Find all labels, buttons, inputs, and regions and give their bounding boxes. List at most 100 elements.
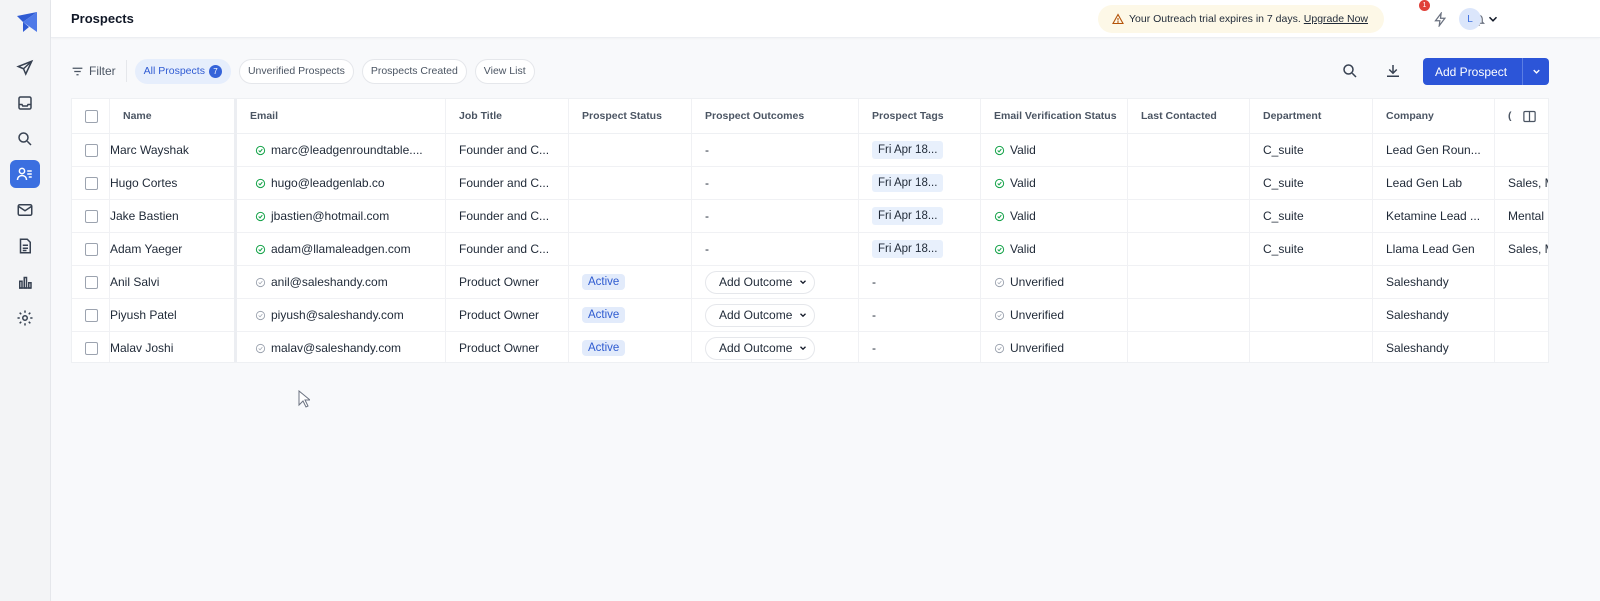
table-row[interactable]: Marc Wayshak marc@leadgenroundtable.... Fo… (72, 134, 1548, 167)
tag-chip[interactable]: Fri Apr 18... (872, 174, 944, 192)
add-outcome-dropdown[interactable]: Add Outcome (705, 336, 816, 360)
column-header[interactable]: Email Verification Status (981, 99, 1128, 133)
email-verification-status: Valid (981, 134, 1128, 166)
company: Ketamine Lead ... (1373, 200, 1495, 232)
company: Saleshandy (1373, 266, 1495, 298)
add-outcome-label: Add Outcome (719, 341, 793, 355)
prospect-name[interactable]: Malav Joshi (110, 332, 237, 362)
add-prospect-dropdown[interactable] (1523, 66, 1549, 77)
tag-chip[interactable]: Fri Apr 18... (872, 207, 944, 225)
outcome-text: - (705, 209, 709, 223)
column-header[interactable]: Prospect Status (569, 99, 692, 133)
saleshandy-logo-icon[interactable] (15, 10, 39, 34)
chip-prospects-created[interactable]: Prospects Created (361, 58, 467, 84)
email-verification-status: Unverified (981, 332, 1128, 362)
chip-unverified-prospects[interactable]: Unverified Prospects (238, 58, 354, 84)
table-row[interactable]: Jake Bastien jbastien@hotmail.com Founder … (72, 200, 1548, 233)
verification-text: Valid (1010, 143, 1036, 157)
row-checkbox[interactable] (85, 209, 98, 223)
department-text: C_suite (1263, 242, 1304, 256)
table-row[interactable]: Hugo Cortes hugo@leadgenlab.co Founder and… (72, 167, 1548, 200)
sidebar-item-search[interactable] (10, 125, 40, 153)
extra-column-text: Mental (1508, 209, 1545, 223)
prospect-name[interactable]: Anil Salvi (110, 266, 237, 298)
job-title-text: Founder and C... (459, 176, 550, 190)
download-icon[interactable] (1384, 62, 1402, 80)
sidebar-item-prospects[interactable] (10, 160, 40, 188)
extra-column: Sales, M (1495, 233, 1548, 265)
prospect-status: Active (569, 332, 692, 362)
search-icon[interactable] (1341, 62, 1359, 80)
chip-view-list[interactable]: View List (474, 58, 535, 84)
prospect-name[interactable]: Jake Bastien (110, 200, 237, 232)
status-badge: Active (582, 274, 626, 290)
sidebar-item-analytics[interactable] (10, 268, 40, 296)
extra-column (1495, 134, 1548, 166)
upgrade-now-link[interactable]: Upgrade Now (1304, 13, 1368, 25)
row-checkbox[interactable] (85, 143, 98, 157)
prospect-email: jbastien@hotmail.com (237, 200, 446, 232)
column-header[interactable]: Last Contacted (1128, 99, 1250, 133)
tags-text: - (872, 308, 876, 322)
sidebar-item-inbox[interactable] (10, 89, 40, 117)
columns-toggle-icon[interactable] (1522, 109, 1537, 124)
chevron-down-icon[interactable] (1486, 12, 1500, 26)
department-text: C_suite (1263, 176, 1304, 190)
column-header[interactable]: Prospect Outcomes (692, 99, 859, 133)
prospect-name-text: Malav Joshi (110, 341, 174, 355)
verified-check-icon (994, 178, 1005, 188)
column-header[interactable]: Prospect Tags (859, 99, 981, 133)
table-row[interactable]: Adam Yaeger adam@llamaleadgen.com Founder … (72, 233, 1548, 266)
row-checkbox[interactable] (85, 242, 98, 256)
email-verification-status: Unverified (981, 266, 1128, 298)
row-checkbox[interactable] (85, 176, 98, 190)
prospect-email-text: anil@saleshandy.com (271, 275, 388, 289)
filter-label: Filter (89, 64, 116, 78)
column-header-label: Email Verification Status (994, 110, 1117, 122)
document-icon (19, 238, 31, 254)
chip-all-prospects[interactable]: All Prospects 7 (134, 58, 231, 84)
prospect-tags: - (859, 332, 981, 362)
chip-count-badge: 7 (208, 64, 222, 78)
company-text: Saleshandy (1386, 341, 1449, 355)
verification-text: Valid (1010, 242, 1036, 256)
department (1250, 332, 1373, 362)
column-header[interactable]: Department (1250, 99, 1373, 133)
row-checkbox[interactable] (85, 308, 98, 322)
select-all-checkbox[interactable] (85, 109, 98, 123)
filter-button[interactable]: Filter (71, 60, 127, 82)
add-outcome-dropdown[interactable]: Add Outcome (705, 270, 816, 294)
row-checkbox[interactable] (85, 275, 98, 289)
whats-new-button[interactable] (1430, 9, 1450, 29)
sidebar-item-email[interactable] (10, 196, 40, 224)
column-header[interactable]: Job Title (446, 99, 569, 133)
prospect-email-text: piyush@saleshandy.com (271, 308, 404, 322)
table-row[interactable]: Anil Salvi anil@saleshandy.com Product Own… (72, 266, 1548, 299)
tag-chip[interactable]: Fri Apr 18... (872, 141, 944, 159)
table-row[interactable]: Malav Joshi malav@saleshandy.com Product O… (72, 332, 1548, 362)
column-header[interactable]: Email (237, 99, 446, 133)
row-checkbox[interactable] (85, 341, 98, 355)
column-header[interactable]: Company (1373, 99, 1495, 133)
row-checkbox-cell (72, 233, 110, 265)
chip-label: All Prospects (143, 65, 205, 77)
user-avatar[interactable]: L (1459, 8, 1481, 30)
column-header-label: Prospect Tags (872, 110, 944, 122)
filter-bar: Filter All Prospects 7 Unverified Prospe… (71, 58, 535, 84)
prospect-name[interactable]: Piyush Patel (110, 299, 237, 331)
company-text: Lead Gen Lab (1386, 176, 1463, 190)
sidebar-item-settings[interactable] (10, 304, 40, 332)
column-header-label: Name (123, 110, 152, 122)
company: Lead Gen Roun... (1373, 134, 1495, 166)
add-outcome-dropdown[interactable]: Add Outcome (705, 303, 816, 327)
add-prospect-button[interactable]: Add Prospect (1423, 58, 1549, 85)
prospect-name[interactable]: Marc Wayshak (110, 134, 237, 166)
prospect-name[interactable]: Adam Yaeger (110, 233, 237, 265)
tag-chip[interactable]: Fri Apr 18... (872, 240, 944, 258)
sidebar-item-sequences[interactable] (10, 54, 40, 82)
prospect-name[interactable]: Hugo Cortes (110, 167, 237, 199)
table-row[interactable]: Piyush Patel piyush@saleshandy.com Product… (72, 299, 1548, 332)
sidebar-item-templates[interactable] (10, 232, 40, 260)
column-header[interactable]: Name (110, 99, 237, 133)
prospect-name-text: Jake Bastien (110, 209, 179, 223)
